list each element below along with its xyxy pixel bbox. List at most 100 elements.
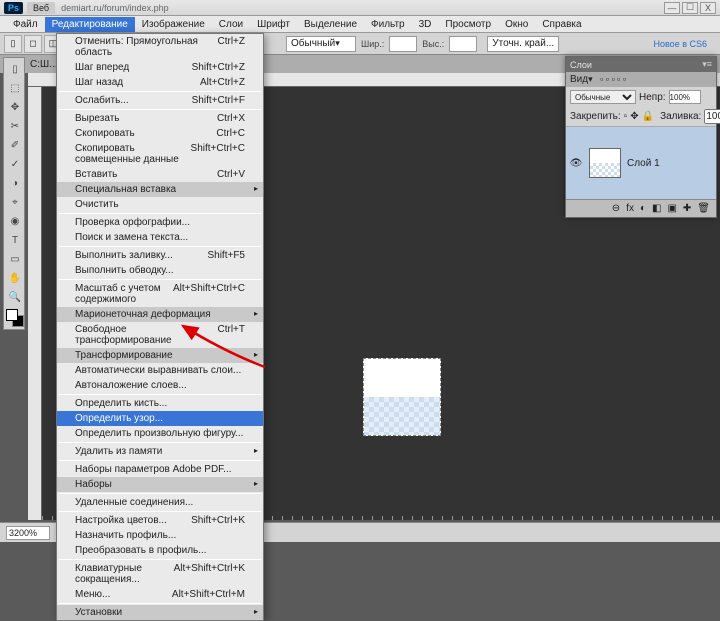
tool-button[interactable]: ▯ xyxy=(6,60,24,78)
tool-button[interactable]: ▭ xyxy=(6,250,24,268)
menu-item[interactable]: Определить кисть... xyxy=(57,396,263,411)
menu-item[interactable]: Выполнить заливку...Shift+F5 xyxy=(57,248,263,263)
menu-item[interactable]: Назначить профиль... xyxy=(57,528,263,543)
menu-редактирование[interactable]: Редактирование xyxy=(45,17,135,32)
visibility-icon[interactable]: 👁 xyxy=(569,158,583,169)
menu-окно[interactable]: Окно xyxy=(498,17,535,32)
tool-preset-icon[interactable]: ▯ xyxy=(4,35,22,53)
layers-panel: Слои▾≡ Вид ▾ ▫ ▫ ▫ ▫ ▫ Обычные Непр: Зак… xyxy=(565,56,717,218)
layer-action-icon[interactable]: ◐ xyxy=(640,203,646,214)
menu-item[interactable]: Наборы параметров Adobe PDF... xyxy=(57,462,263,477)
menu-изображение[interactable]: Изображение xyxy=(135,17,212,32)
menu-файл[interactable]: Файл xyxy=(6,17,45,32)
menu-item[interactable]: Скопировать совмещенные данныеShift+Ctrl… xyxy=(57,141,263,167)
style-select[interactable]: Обычный ▾ xyxy=(286,36,356,52)
lock-position-icon[interactable]: ✥ xyxy=(630,111,638,122)
menu-выделение[interactable]: Выделение xyxy=(297,17,364,32)
tool-button[interactable]: ⌖ xyxy=(6,193,24,211)
layer-action-icon[interactable]: 🗑 xyxy=(697,203,710,214)
menu-шрифт[interactable]: Шрифт xyxy=(250,17,297,32)
menu-просмотр[interactable]: Просмотр xyxy=(438,17,498,32)
tool-button[interactable]: ◑ xyxy=(6,174,24,192)
tool-button[interactable]: ✋ xyxy=(6,269,24,287)
menu-item[interactable]: Меню...Alt+Shift+Ctrl+M xyxy=(57,587,263,602)
tool-button[interactable]: ✐ xyxy=(6,136,24,154)
menu-item[interactable]: Шаг назадAlt+Ctrl+Z xyxy=(57,75,263,90)
lock-all-icon[interactable]: 🔒 xyxy=(642,111,654,122)
menu-item[interactable]: Марионеточная деформация xyxy=(57,307,263,322)
menu-item: Проверка орфографии... xyxy=(57,215,263,230)
opacity-label: Непр: xyxy=(639,92,666,103)
lock-label: Закрепить: xyxy=(570,111,621,122)
menu-item[interactable]: Клавиатурные сокращения...Alt+Shift+Ctrl… xyxy=(57,561,263,587)
menu-item[interactable]: Трансформирование xyxy=(57,348,263,363)
menu-item[interactable]: Свободное трансформированиеCtrl+T xyxy=(57,322,263,348)
close-button[interactable]: X xyxy=(700,2,716,14)
tool-button[interactable]: ✂ xyxy=(6,117,24,135)
menu-фильтр[interactable]: Фильтр xyxy=(364,17,412,32)
menu-item[interactable]: СкопироватьCtrl+C xyxy=(57,126,263,141)
menu-справка[interactable]: Справка xyxy=(535,17,588,32)
refine-edge-button[interactable]: Уточн. край... xyxy=(487,36,559,52)
zoom-input[interactable] xyxy=(6,526,50,540)
promo-link[interactable]: Новое в CS6 xyxy=(651,39,711,49)
tool-button[interactable]: ✥ xyxy=(6,98,24,116)
menu-item: Определить произвольную фигуру... xyxy=(57,426,263,441)
menu-item: Ослабить...Shift+Ctrl+F xyxy=(57,93,263,108)
tool-button[interactable]: ⬚ xyxy=(6,79,24,97)
tab-label: Веб xyxy=(27,2,55,14)
blend-mode-select[interactable]: Обычные xyxy=(570,90,636,104)
layer-action-icon[interactable]: ◧ xyxy=(652,203,661,214)
menu-item[interactable]: Удаленные соединения... xyxy=(57,495,263,510)
layer-name[interactable]: Слой 1 xyxy=(627,158,660,169)
menu-item: Автоматически выравнивать слои... xyxy=(57,363,263,378)
minimize-button[interactable]: — xyxy=(664,2,680,14)
menu-item[interactable]: Настройка цветов...Shift+Ctrl+K xyxy=(57,513,263,528)
menu-item[interactable]: Выполнить обводку... xyxy=(57,263,263,278)
tool-button[interactable]: 🔍 xyxy=(6,288,24,306)
layer-action-icon[interactable]: ✚ xyxy=(683,203,691,214)
app-logo: Ps xyxy=(4,2,23,14)
menu-item: Автоналожение слоев... xyxy=(57,378,263,393)
menu-item[interactable]: Шаг впередShift+Ctrl+Z xyxy=(57,60,263,75)
menu-слои[interactable]: Слои xyxy=(212,17,250,32)
ruler-vertical xyxy=(28,87,42,520)
kind-filter[interactable]: Вид xyxy=(570,74,588,85)
menu-3d[interactable]: 3D xyxy=(412,17,439,32)
height-label: Выс.: xyxy=(419,39,447,49)
height-input[interactable] xyxy=(449,36,477,52)
menu-item[interactable]: Отменить: Прямоугольная областьCtrl+Z xyxy=(57,34,263,60)
panel-menu-icon[interactable]: ▾≡ xyxy=(702,59,712,70)
url-text: demiart.ru/forum/index.php xyxy=(61,3,664,13)
tool-button[interactable]: ✓ xyxy=(6,155,24,173)
tool-button[interactable]: T xyxy=(6,231,24,249)
layer-row[interactable]: 👁 Слой 1 xyxy=(566,127,716,199)
menu-item[interactable]: Определить узор... xyxy=(57,411,263,426)
selection-new-icon[interactable]: ◻ xyxy=(24,35,42,53)
menubar: ФайлРедактированиеИзображениеСлоиШрифтВы… xyxy=(0,16,720,33)
menu-item[interactable]: Специальная вставка xyxy=(57,182,263,197)
menu-item[interactable]: Наборы xyxy=(57,477,263,492)
menu-item[interactable]: ВставитьCtrl+V xyxy=(57,167,263,182)
tool-button[interactable]: ◉ xyxy=(6,212,24,230)
color-swatches[interactable] xyxy=(6,309,24,327)
width-input[interactable] xyxy=(389,36,417,52)
menu-item: Поиск и замена текста... xyxy=(57,230,263,245)
fill-label: Заливка: xyxy=(660,111,701,122)
layer-action-icon[interactable]: fx xyxy=(626,203,634,214)
maximize-button[interactable]: ☐ xyxy=(682,2,698,14)
fill-input[interactable] xyxy=(704,109,720,124)
edit-menu-dropdown: Отменить: Прямоугольная областьCtrl+ZШаг… xyxy=(56,33,264,621)
menu-item[interactable]: Установки xyxy=(57,605,263,620)
menu-item[interactable]: Преобразовать в профиль... xyxy=(57,543,263,558)
lock-pixels-icon[interactable]: ▫ xyxy=(624,111,628,122)
layer-action-icon[interactable]: ▣ xyxy=(667,203,676,214)
width-label: Шир.: xyxy=(358,39,387,49)
layer-action-icon[interactable]: ⊖ xyxy=(612,203,620,214)
menu-item[interactable]: Масштаб с учетом содержимогоAlt+Shift+Ct… xyxy=(57,281,263,307)
selection-marquee xyxy=(363,358,441,436)
menu-item[interactable]: Очистить xyxy=(57,197,263,212)
menu-item[interactable]: Удалить из памяти xyxy=(57,444,263,459)
menu-item[interactable]: ВырезатьCtrl+X xyxy=(57,111,263,126)
opacity-input[interactable] xyxy=(669,90,701,104)
